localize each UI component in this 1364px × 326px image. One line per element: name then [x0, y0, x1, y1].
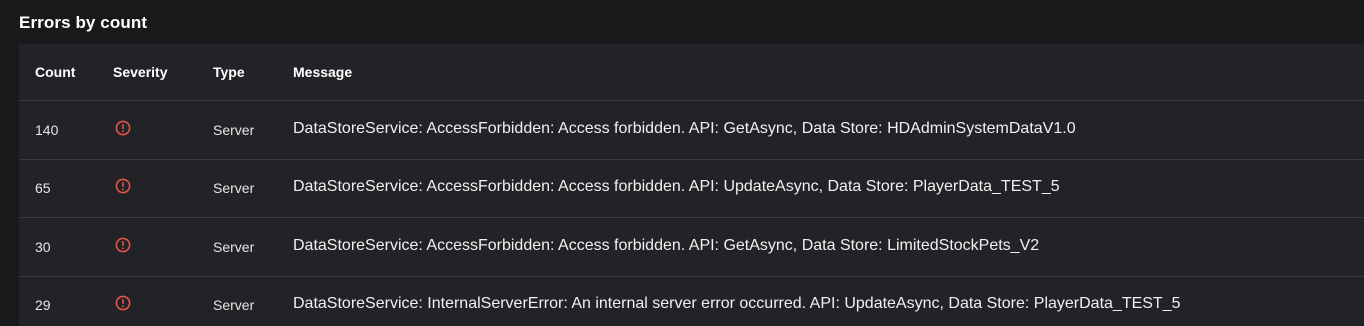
table-row[interactable]: 30 Server DataStoreService: AccessForbid…: [19, 218, 1364, 277]
column-header-message[interactable]: Message: [293, 64, 352, 80]
error-circle-icon: [115, 178, 131, 194]
row-count: 65: [35, 180, 51, 196]
row-type: Server: [213, 297, 255, 313]
row-type: Server: [213, 122, 255, 138]
row-message: DataStoreService: AccessForbidden: Acces…: [293, 178, 1060, 195]
column-header-count[interactable]: Count: [35, 64, 75, 80]
errors-table: Count Severity Type Message 140 Server D…: [19, 44, 1364, 326]
row-type: Server: [213, 239, 255, 255]
column-header-severity[interactable]: Severity: [113, 64, 167, 80]
table-row[interactable]: 140 Server DataStoreService: AccessForbi…: [19, 101, 1364, 160]
row-message: DataStoreService: AccessForbidden: Acces…: [293, 237, 1040, 254]
error-circle-icon: [115, 295, 131, 311]
table-row[interactable]: 29 Server DataStoreService: InternalServ…: [19, 276, 1364, 326]
error-circle-icon: [115, 237, 131, 253]
row-message: DataStoreService: InternalServerError: A…: [293, 295, 1181, 312]
row-count: 140: [35, 122, 59, 138]
row-message: DataStoreService: AccessForbidden: Acces…: [293, 120, 1076, 137]
error-circle-icon: [115, 120, 131, 136]
row-type: Server: [213, 180, 255, 196]
row-count: 30: [35, 239, 51, 255]
section-title: Errors by count: [19, 13, 148, 32]
table-header: Count Severity Type Message: [19, 44, 1364, 101]
row-count: 29: [35, 297, 51, 313]
table-row[interactable]: 65 Server DataStoreService: AccessForbid…: [19, 159, 1364, 218]
column-header-type[interactable]: Type: [213, 64, 245, 80]
